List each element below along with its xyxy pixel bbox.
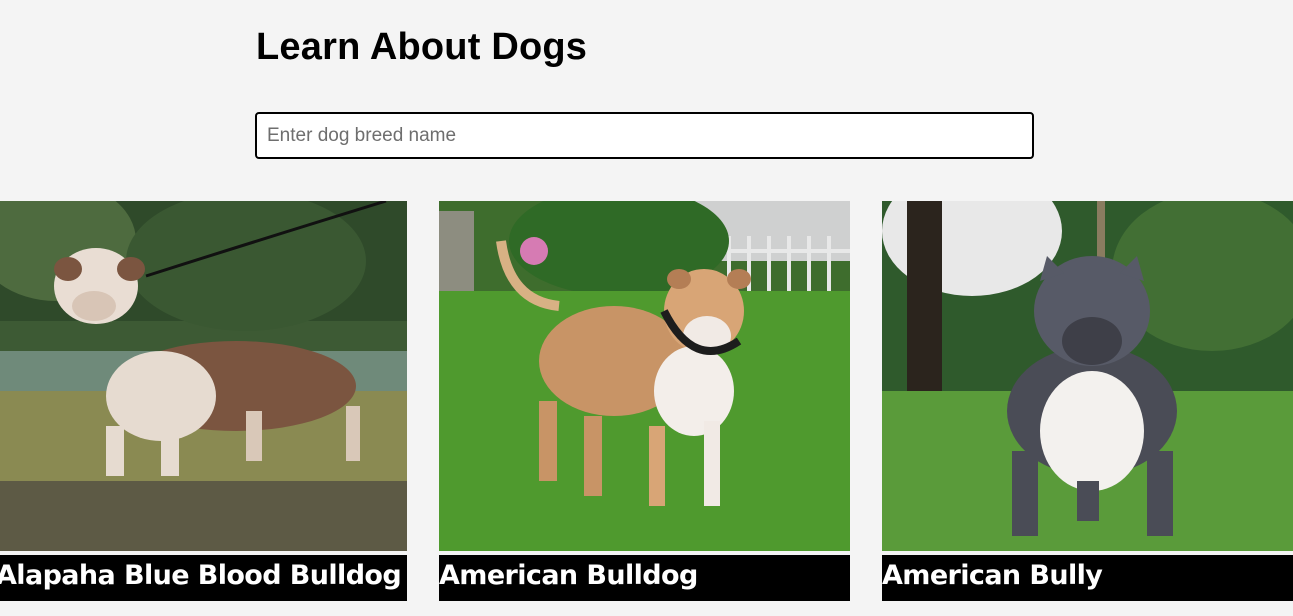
breed-name-label: American Bully (882, 555, 1293, 601)
breed-name-label: American Bulldog (439, 555, 850, 601)
dog-photo-image[interactable] (882, 201, 1293, 551)
page-title: Learn About Dogs (256, 26, 588, 68)
breed-card-american-bully[interactable]: American Bully (882, 201, 1293, 601)
dog-photo-image[interactable] (0, 201, 407, 551)
page: Learn About Dogs Enter dog breed name Al… (0, 0, 1293, 616)
breed-card-american-bulldog[interactable]: American Bulldog (439, 201, 850, 601)
breed-card-alapaha-blue-blood-bulldog[interactable]: Alapaha Blue Blood Bulldog (0, 201, 407, 601)
breed-name-label: Alapaha Blue Blood Bulldog (0, 555, 407, 601)
breed-search-input[interactable] (255, 112, 1034, 159)
dog-photo-image[interactable] (439, 201, 850, 551)
